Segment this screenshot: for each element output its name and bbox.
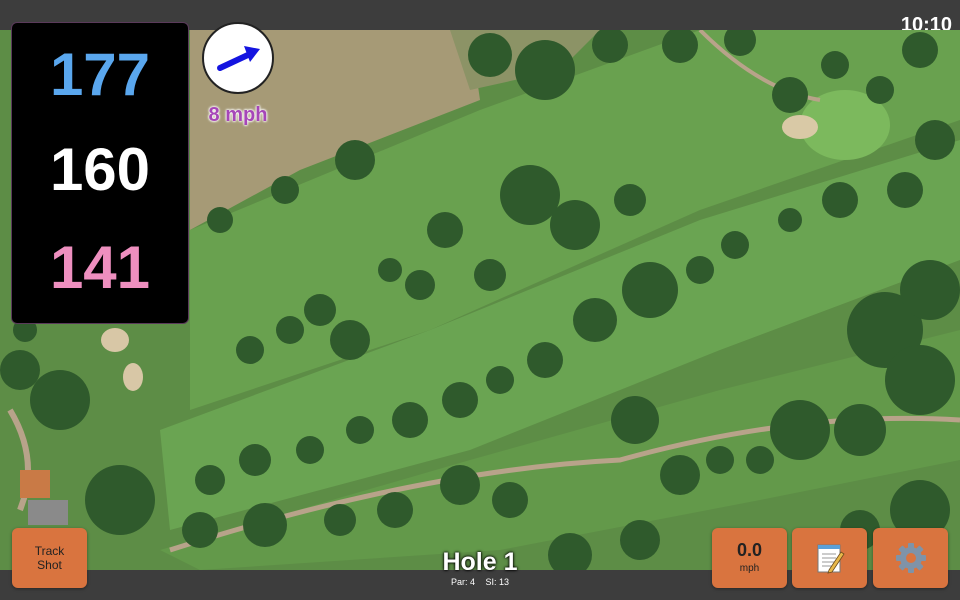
distance-panel: 177 160 141	[11, 22, 189, 324]
hole-par: Par: 4	[450, 577, 475, 587]
wind-speed-label: 8 mph	[208, 104, 268, 126]
hole-stroke-index: SI: 13	[485, 577, 510, 587]
hole-details: Par: 4 SI: 13	[380, 577, 580, 587]
settings-button[interactable]	[873, 528, 948, 588]
notes-button[interactable]	[792, 528, 867, 588]
notepad-icon	[817, 544, 845, 574]
wind-speed-value: 0.0	[736, 540, 763, 560]
golf-gps-screen: 10:10 177 160 141 8 mph Track Shot Hole …	[0, 0, 960, 600]
track-shot-label-line1: Track	[34, 544, 65, 558]
wind-speed-unit: mph	[739, 563, 760, 574]
gear-icon	[895, 543, 926, 573]
back-distance: 177	[49, 41, 151, 108]
wind-arrow-icon	[217, 46, 260, 71]
track-shot-label-line2: Shot	[37, 558, 62, 572]
wind-direction-dial	[202, 22, 274, 94]
wind-speed-button[interactable]: 0.0 mph	[712, 528, 787, 588]
front-distance: 141	[49, 234, 151, 301]
middle-distance: 160	[49, 136, 151, 203]
hole-title: Hole 1	[442, 548, 518, 576]
track-shot-button[interactable]: Track Shot	[12, 528, 87, 588]
